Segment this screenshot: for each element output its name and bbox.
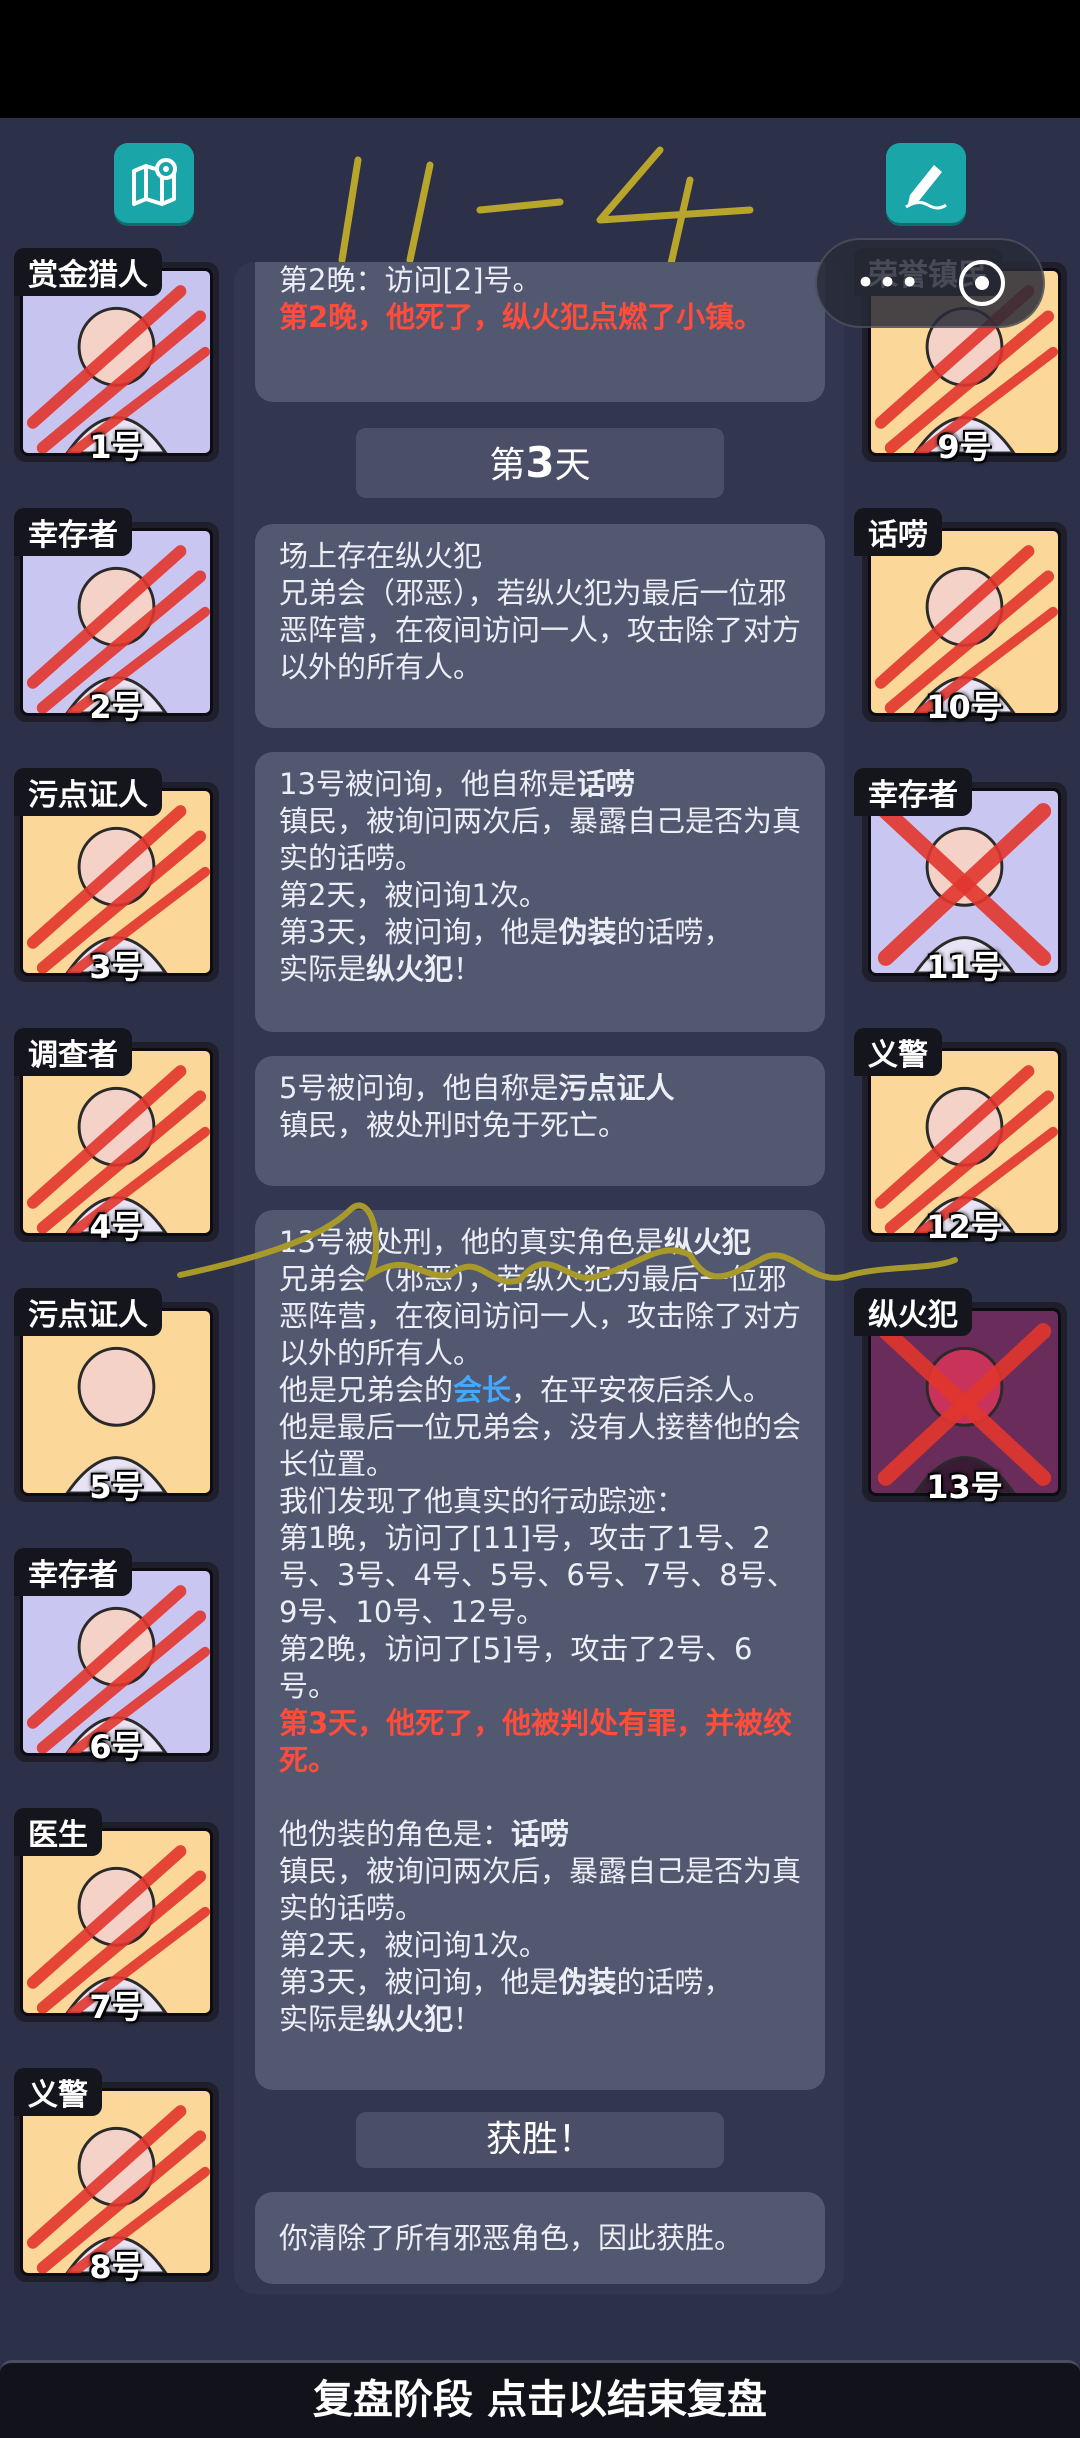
- player-card-left-4[interactable]: 调查者 4号: [14, 1028, 219, 1246]
- log-line: 兄弟会（邪恶），若纵火犯为最后一位邪恶阵营，在夜间访问一人，攻击除了对方以外的所…: [279, 1262, 802, 1370]
- player-number: 5号: [89, 1468, 144, 1506]
- log-line: 镇民，被询问两次后，暴露自己是否为真实的话唠。: [279, 804, 802, 875]
- map-pin-icon: [132, 158, 177, 206]
- pencil-note-icon: [905, 165, 947, 210]
- player-card-left-1[interactable]: 赏金猎人 1号: [14, 248, 219, 466]
- log-line: 第2天，被问询1次。: [279, 878, 548, 912]
- log-line: 第2晚：访问[2]号。: [279, 263, 542, 297]
- log-line: 第3天，被问询，他是伪装的话唠，: [279, 915, 733, 949]
- log-line: 镇民，被询问两次后，暴露自己是否为真实的话唠。: [279, 1854, 802, 1925]
- player-number: 7号: [89, 1988, 144, 2026]
- player-number: 4号: [89, 1208, 144, 1246]
- player-role-label: 义警: [14, 2068, 102, 2116]
- more-menu-icon[interactable]: •••: [855, 263, 921, 303]
- end-review-button[interactable]: 复盘阶段 点击以结束复盘: [0, 2360, 1080, 2438]
- player-role-label: 赏金猎人: [14, 248, 162, 296]
- day-number: 3: [525, 438, 555, 487]
- player-number: 8号: [89, 2248, 144, 2286]
- player-number: 1号: [89, 428, 144, 466]
- log-line: 实际是纵火犯！: [279, 952, 483, 986]
- status-bar: [0, 0, 1080, 118]
- victory-header: 获胜！: [356, 2112, 724, 2168]
- player-role-label: 医生: [14, 1808, 102, 1856]
- player-role-label: 纵火犯: [854, 1288, 972, 1336]
- player-role-label: 话唠: [854, 508, 942, 556]
- log-line: 13号被问询，他自称是话唠: [279, 767, 635, 801]
- log-line: 5号被问询，他自称是污点证人: [279, 1071, 675, 1105]
- log-message-13-executed: 13号被处刑，他的真实角色是纵火犯 兄弟会（邪恶），若纵火犯为最后一位邪恶阵营，…: [255, 1210, 825, 2090]
- player-role-label: 污点证人: [14, 768, 162, 816]
- player-card-right-3[interactable]: 幸存者 11号: [854, 768, 1067, 986]
- log-line: 第1晚，访问了[11]号，攻击了1号、2号、3号、4号、5号、6号、7号、8号、…: [279, 1521, 796, 1629]
- log-line-death: 第2晚，他死了，纵火犯点燃了小镇。: [279, 300, 764, 334]
- log-line: 第3天，被问询，他是伪装的话唠，: [279, 1965, 733, 1999]
- mini-program-capsule[interactable]: •••: [815, 238, 1045, 328]
- player-number: 13号: [926, 1468, 1003, 1506]
- player-number: 9号: [937, 428, 992, 466]
- player-number: 6号: [89, 1728, 144, 1766]
- log-message-victory: 你清除了所有邪恶角色，因此获胜。: [255, 2192, 825, 2284]
- log-line-death: 第3天，他死了，他被判处有罪，并被绞死。: [279, 1706, 793, 1777]
- log-message-5-claim: 5号被问询，他自称是污点证人 镇民，被处刑时免于死亡。: [255, 1056, 825, 1186]
- log-line: 我们发现了他真实的行动踪迹：: [279, 1484, 686, 1518]
- log-line: 他是兄弟会的会长，在平安夜后杀人。他是最后一位兄弟会，没有人接替他的会长位置。: [279, 1373, 802, 1481]
- log-message-arsonist-info: 场上存在纵火犯 兄弟会（邪恶），若纵火犯为最后一位邪恶阵营，在夜间访问一人，攻击…: [255, 524, 825, 728]
- notes-button[interactable]: [886, 143, 966, 223]
- player-role-label: 义警: [854, 1028, 942, 1076]
- player-number: 2号: [89, 688, 144, 726]
- log-line: 实际是纵火犯！: [279, 2002, 483, 2036]
- player-card-left-7[interactable]: 医生 7号: [14, 1808, 219, 2026]
- player-card-left-5[interactable]: 污点证人 5号: [14, 1288, 219, 1506]
- player-role-label: 幸存者: [854, 768, 972, 816]
- map-button[interactable]: [114, 143, 194, 223]
- target-icon[interactable]: [958, 260, 1005, 306]
- player-role-label: 污点证人: [14, 1288, 162, 1336]
- player-card-right-2[interactable]: 话唠 10号: [854, 508, 1067, 726]
- log-line: 他伪装的角色是：话唠: [279, 1817, 570, 1851]
- player-number: 12号: [926, 1208, 1003, 1246]
- log-message-13-claim: 13号被问询，他自称是话唠 镇民，被询问两次后，暴露自己是否为真实的话唠。 第2…: [255, 752, 825, 1032]
- player-role-label: 幸存者: [14, 508, 132, 556]
- player-role-label: 幸存者: [14, 1548, 132, 1596]
- player-card-left-3[interactable]: 污点证人 3号: [14, 768, 219, 986]
- log-line: 第2天，被问询1次。: [279, 1928, 548, 1962]
- day-suffix: 天: [554, 445, 591, 486]
- player-card-left-2[interactable]: 幸存者 2号: [14, 508, 219, 726]
- player-card-left-8[interactable]: 义警 8号: [14, 2068, 219, 2286]
- player-card-left-6[interactable]: 幸存者 6号: [14, 1548, 219, 1766]
- day-3-header: 第3天: [356, 428, 724, 498]
- log-message-night2: 第2晚：访问[2]号。 第2晚，他死了，纵火犯点燃了小镇。: [255, 262, 825, 402]
- day-prefix: 第: [489, 445, 526, 486]
- player-number: 11号: [926, 948, 1003, 986]
- player-role-label: 调查者: [14, 1028, 132, 1076]
- player-number: 10号: [926, 688, 1003, 726]
- player-number: 3号: [89, 948, 144, 986]
- log-line: 第2晚，访问了[5]号，攻击了2号、6号。: [279, 1632, 753, 1703]
- log-line: 13号被处刑，他的真实角色是纵火犯: [279, 1225, 751, 1259]
- log-line: 镇民，被处刑时免于死亡。: [279, 1108, 628, 1142]
- player-card-right-5[interactable]: 纵火犯 13号: [854, 1288, 1067, 1506]
- player-card-right-4[interactable]: 义警 12号: [854, 1028, 1067, 1246]
- log-line: 场上存在纵火犯: [279, 539, 483, 573]
- log-line: 兄弟会（邪恶），若纵火犯为最后一位邪恶阵营，在夜间访问一人，攻击除了对方以外的所…: [279, 576, 802, 684]
